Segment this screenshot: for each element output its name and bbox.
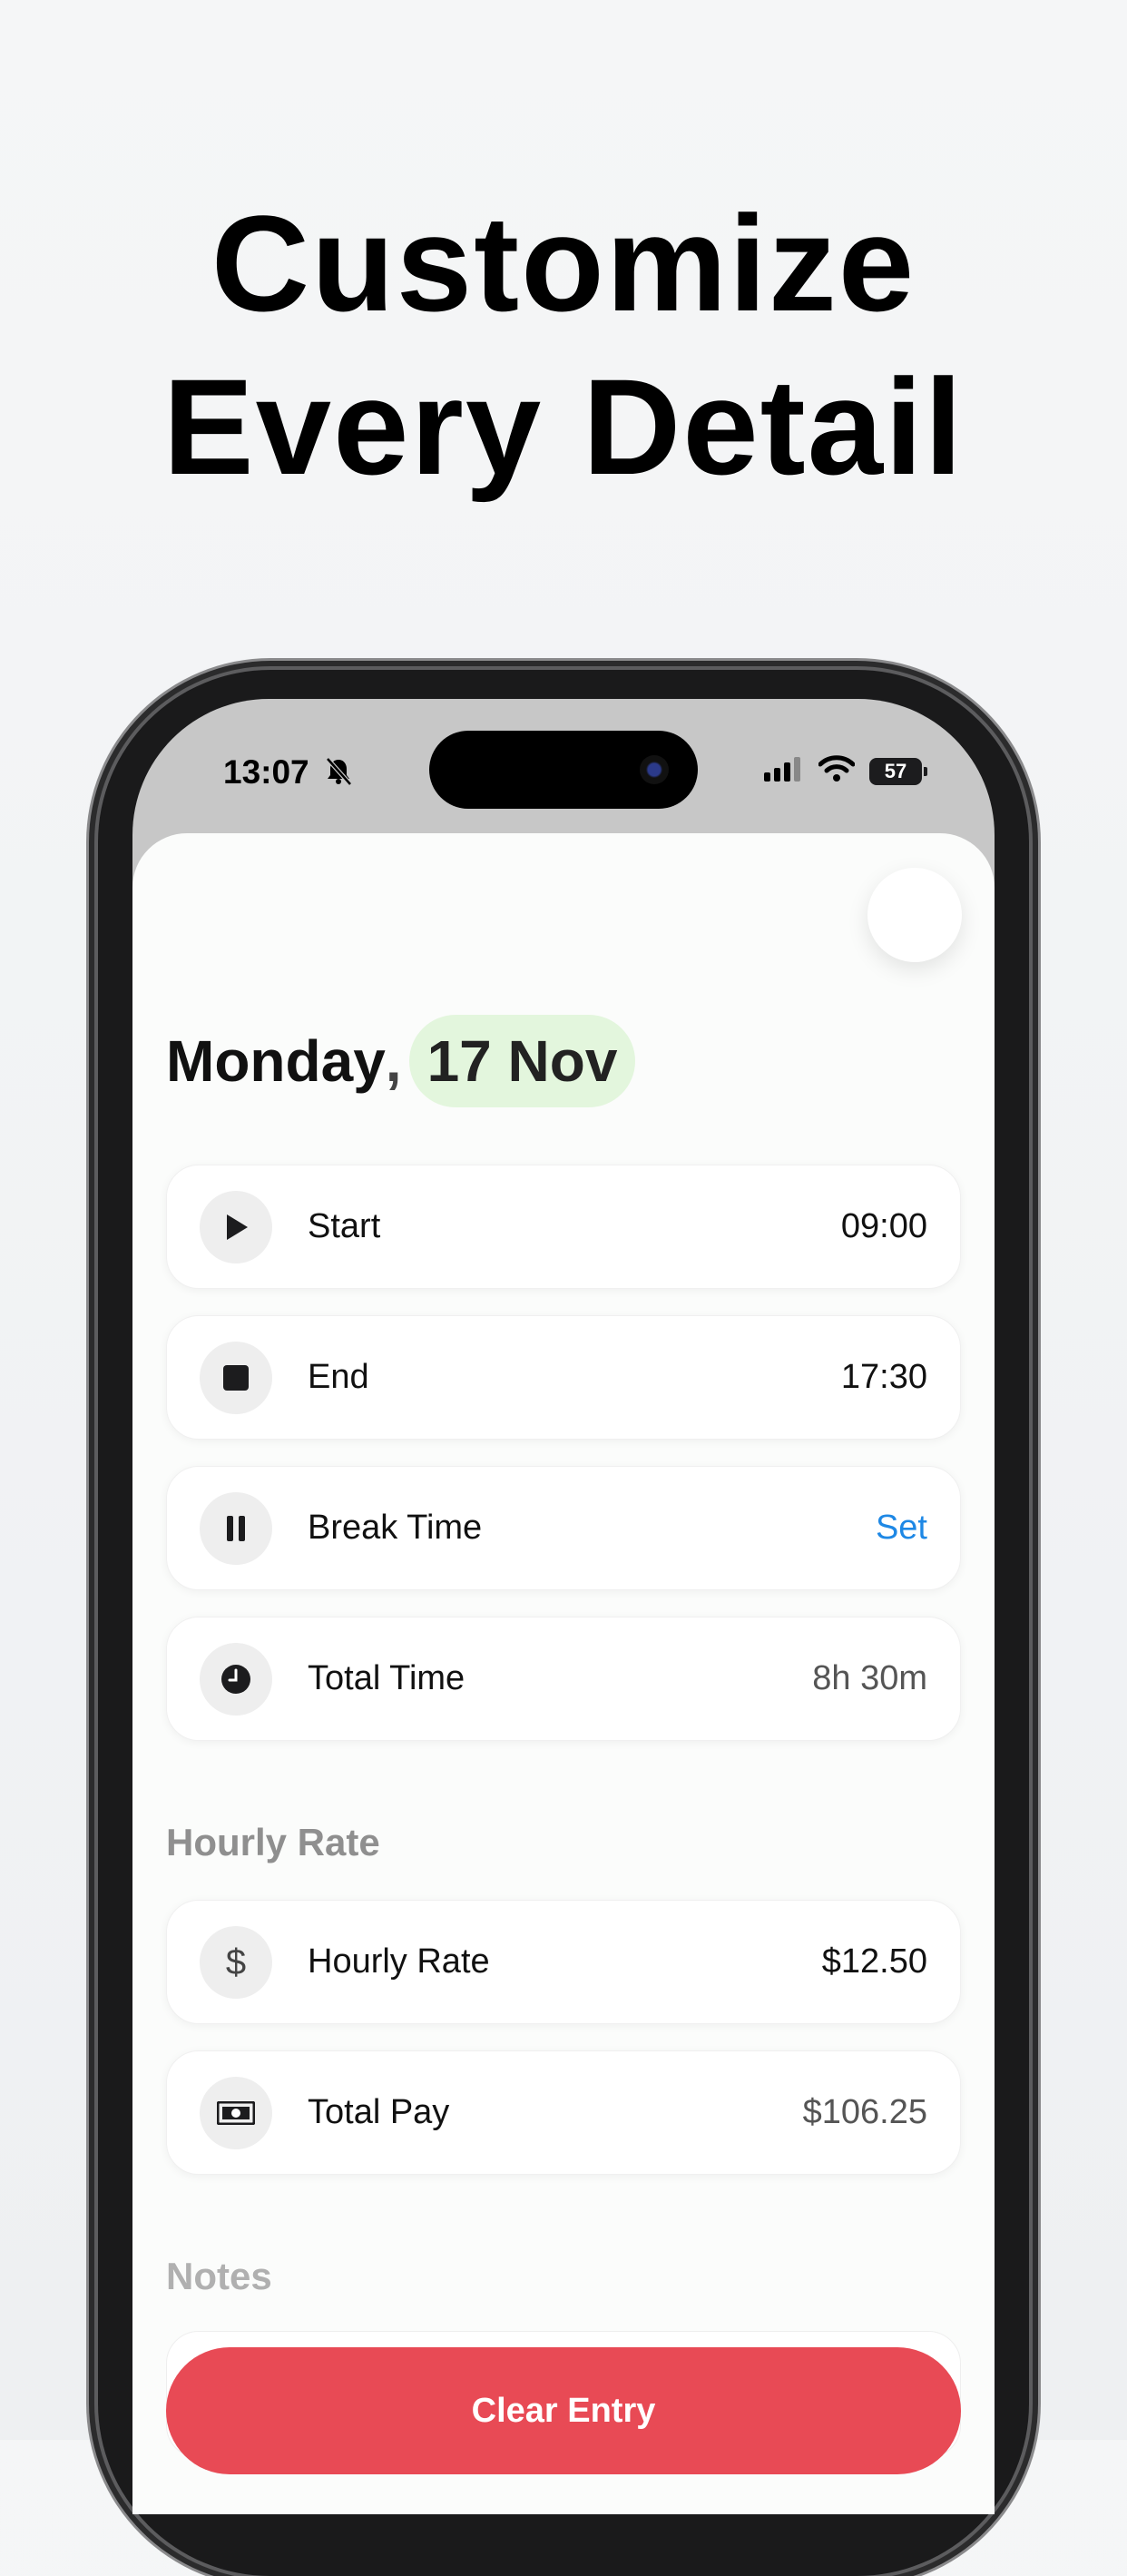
hourly-rate-label: Hourly Rate [308, 1942, 490, 1981]
wifi-icon [818, 755, 856, 787]
stop-icon [200, 1342, 272, 1414]
break-time-row[interactable]: Break Time Set [166, 1466, 961, 1590]
break-set-button[interactable]: Set [876, 1509, 927, 1548]
dynamic-island [429, 731, 698, 809]
status-indicators: 57 [764, 755, 927, 787]
hourly-rate-value[interactable]: $12.50 [822, 1942, 927, 1981]
profile-button[interactable] [867, 868, 962, 962]
headline-line-1: Customize [211, 187, 916, 339]
total-time-row: Total Time 8h 30m [166, 1617, 961, 1741]
phone-screen: 13:07 57 Monday , 17 Nov Start 09:00 End… [132, 699, 995, 2514]
total-pay-row: Total Pay $106.25 [166, 2050, 961, 2175]
camera-icon [640, 755, 669, 784]
notes-section-header: Notes [166, 2255, 272, 2297]
dollar-icon: $ [200, 1926, 272, 1999]
clock-icon [200, 1643, 272, 1716]
play-icon [200, 1191, 272, 1263]
date-comma: , [385, 1028, 402, 1094]
total-time-label: Total Time [308, 1659, 466, 1697]
hourly-rate-row[interactable]: $ Hourly Rate $12.50 [166, 1900, 961, 2024]
end-label: End [308, 1358, 369, 1396]
date-pill[interactable]: 17 Nov [408, 1015, 636, 1107]
start-label: Start [308, 1207, 381, 1245]
banknote-icon [200, 2077, 272, 2149]
clear-entry-button[interactable]: Clear Entry [166, 2347, 961, 2474]
total-pay-label: Total Pay [308, 2093, 450, 2131]
status-bar: 13:07 57 [132, 699, 995, 835]
break-time-label: Break Time [308, 1509, 483, 1547]
total-time-value: 8h 30m [812, 1659, 927, 1697]
battery-icon: 57 [869, 757, 927, 785]
start-value[interactable]: 09:00 [841, 1207, 927, 1246]
date-weekday: Monday [166, 1028, 386, 1094]
cellular-signal-icon [764, 756, 804, 786]
start-row[interactable]: Start 09:00 [166, 1165, 961, 1289]
pause-icon [200, 1492, 272, 1565]
entry-sheet: Monday , 17 Nov Start 09:00 End 17:30 Br… [132, 833, 995, 2514]
total-pay-value: $106.25 [802, 2093, 927, 2131]
end-value[interactable]: 17:30 [841, 1358, 927, 1397]
hourly-rate-section-header: Hourly Rate [166, 1821, 380, 1863]
date-header: Monday , 17 Nov [166, 1015, 636, 1107]
headline: Customize Every Detail [0, 182, 1127, 508]
bell-slash-icon [325, 757, 352, 791]
status-time: 13:07 [223, 753, 309, 791]
end-row[interactable]: End 17:30 [166, 1315, 961, 1440]
headline-line-2: Every Detail [162, 350, 965, 503]
